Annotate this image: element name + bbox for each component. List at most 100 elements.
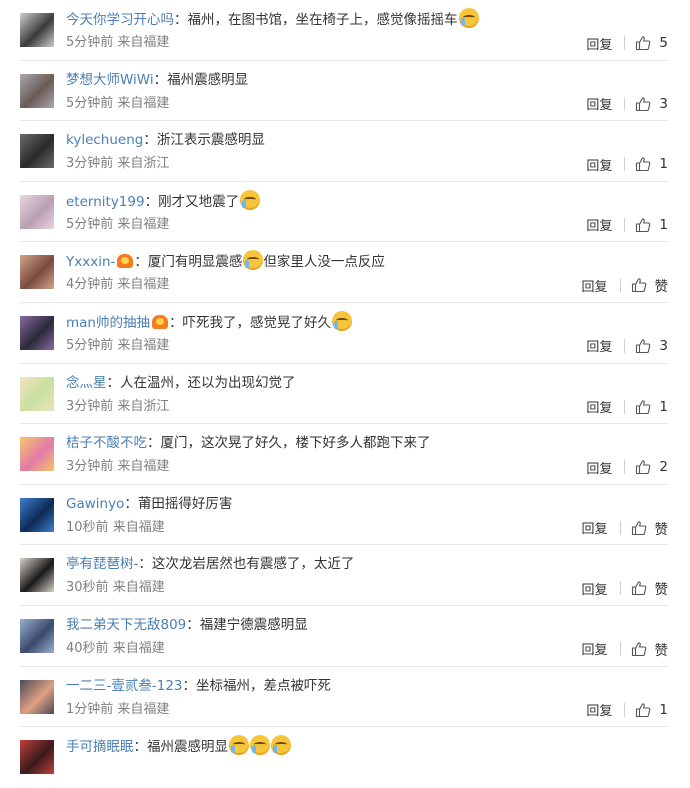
- comment-item: kylechueng：浙江表示震感明显 3分钟前 来自浙江 回复 1: [20, 121, 668, 182]
- crying-emoji-icon: [240, 189, 261, 210]
- timestamp: 5分钟前: [66, 35, 114, 50]
- avatar[interactable]: [20, 255, 54, 290]
- like-count: 1: [659, 398, 668, 415]
- like-button[interactable]: 1: [635, 702, 668, 718]
- divider: [624, 96, 626, 111]
- like-button[interactable]: 赞: [631, 275, 668, 295]
- avatar[interactable]: [20, 618, 54, 653]
- avatar[interactable]: [20, 376, 54, 411]
- reply-button[interactable]: 回复: [581, 518, 607, 537]
- source-location: 来自福建: [117, 216, 170, 232]
- username-link[interactable]: 梦想大师WiWi: [66, 72, 154, 88]
- username-link[interactable]: 手可摘眠眠: [66, 739, 134, 755]
- reply-button[interactable]: 回复: [586, 155, 612, 174]
- divider: [624, 217, 626, 232]
- username-link[interactable]: 亭有琵琶树-: [66, 556, 138, 572]
- username-link[interactable]: kylechueng: [66, 132, 143, 148]
- avatar[interactable]: [20, 437, 54, 472]
- source-location: 来自福建: [117, 95, 170, 111]
- avatar-image: [20, 194, 54, 229]
- like-button[interactable]: 3: [635, 338, 668, 354]
- divider: [624, 702, 626, 717]
- crying-emoji-icon: [271, 735, 291, 756]
- member-badge-icon[interactable]: [151, 314, 168, 329]
- thumbs-up-icon: [636, 702, 651, 717]
- thumbs-up-icon: [636, 36, 651, 51]
- comment-meta: 4分钟前 来自福建: [66, 275, 169, 295]
- colon: ：: [106, 374, 121, 391]
- comment-text: 一二三-壹贰叁-123：坐标福州，差点被吓死: [66, 675, 668, 697]
- reply-button[interactable]: 回复: [586, 700, 612, 719]
- source-location: 来自福建: [112, 580, 165, 596]
- comment-actions: 回复 1: [586, 397, 668, 417]
- timestamp: 1分钟前: [66, 701, 114, 717]
- like-button[interactable]: 3: [635, 96, 668, 112]
- reply-button[interactable]: 回复: [586, 94, 612, 113]
- like-button[interactable]: 5: [635, 35, 668, 51]
- member-badge-icon[interactable]: [117, 254, 134, 269]
- reply-button[interactable]: 回复: [581, 579, 607, 598]
- reply-button[interactable]: 回复: [586, 34, 612, 53]
- avatar[interactable]: [20, 13, 54, 47]
- thumbs-up-icon: [636, 96, 651, 111]
- comment-body: 浙江表示震感明显: [156, 132, 265, 149]
- reply-button[interactable]: 回复: [581, 639, 607, 658]
- avatar[interactable]: [20, 558, 54, 593]
- like-button[interactable]: 赞: [631, 578, 668, 598]
- comment-meta: 40秒前 来自福建: [66, 639, 165, 659]
- timestamp: 5分钟前: [66, 216, 114, 232]
- reply-button[interactable]: 回复: [586, 458, 612, 477]
- username-link[interactable]: man帅的抽抽: [66, 315, 150, 331]
- username-link[interactable]: 我二弟天下无敌809: [66, 617, 186, 633]
- reply-button[interactable]: 回复: [586, 397, 612, 416]
- colon: ：: [174, 12, 188, 28]
- source-location: 来自福建: [117, 35, 170, 50]
- avatar[interactable]: [20, 679, 54, 714]
- comment-meta: 3分钟前 来自浙江: [66, 397, 169, 417]
- like-button[interactable]: 赞: [631, 639, 668, 659]
- comment-meta: 5分钟前 来自福建: [66, 94, 169, 114]
- reply-button[interactable]: 回复: [586, 215, 612, 234]
- comment-actions: 回复 1: [586, 215, 668, 235]
- avatar[interactable]: [20, 134, 54, 169]
- comment-body: 人在温州，还以为出现幻觉了: [120, 374, 296, 391]
- username-link[interactable]: 今天你学习开心吗: [66, 12, 174, 28]
- username-link[interactable]: 桔子不酸不吃: [66, 435, 147, 451]
- avatar-image: [20, 255, 54, 290]
- avatar[interactable]: [20, 497, 54, 532]
- username-link[interactable]: 一二三-壹贰叁-123: [66, 678, 183, 694]
- colon: ：: [168, 314, 183, 331]
- like-button[interactable]: 赞: [631, 518, 668, 538]
- comment-body: 吓死我了，感觉晃了好久: [182, 314, 331, 331]
- divider: [624, 36, 626, 50]
- username-link[interactable]: Yxxxin-: [66, 254, 115, 270]
- comment-body: 莆田摇得好厉害: [137, 495, 233, 512]
- avatar[interactable]: [20, 73, 54, 108]
- avatar[interactable]: [20, 194, 54, 229]
- avatar[interactable]: [20, 740, 54, 775]
- comment-text: man帅的抽抽 ：吓死我了，感觉晃了好久: [66, 310, 668, 334]
- avatar-image: [20, 315, 54, 350]
- avatar-image: [20, 558, 54, 593]
- username-link[interactable]: 念灬星: [66, 375, 107, 391]
- divider: [624, 338, 626, 353]
- like-count: 2: [659, 459, 668, 476]
- username-link[interactable]: Gawinyo: [66, 496, 124, 512]
- username-link[interactable]: eternity199: [66, 194, 145, 210]
- comment-actions: 回复 2: [586, 457, 668, 477]
- comment-text: Gawinyo：莆田摇得好厉害: [66, 493, 668, 515]
- reply-button[interactable]: 回复: [586, 336, 612, 355]
- reply-button[interactable]: 回复: [581, 276, 607, 295]
- thumbs-up-icon: [636, 460, 651, 475]
- like-button[interactable]: 1: [635, 399, 668, 415]
- comment-actions: 回复 5: [586, 33, 668, 53]
- avatar[interactable]: [20, 315, 54, 350]
- avatar-image: [20, 376, 54, 411]
- like-button[interactable]: 2: [635, 459, 668, 475]
- avatar-image: [20, 618, 54, 653]
- like-button[interactable]: 1: [635, 156, 668, 172]
- comment-body: 福州震感明显: [167, 71, 249, 88]
- like-button[interactable]: 1: [635, 217, 668, 233]
- comment-actions: 回复 1: [586, 700, 668, 720]
- source-location: 来自福建: [112, 519, 165, 535]
